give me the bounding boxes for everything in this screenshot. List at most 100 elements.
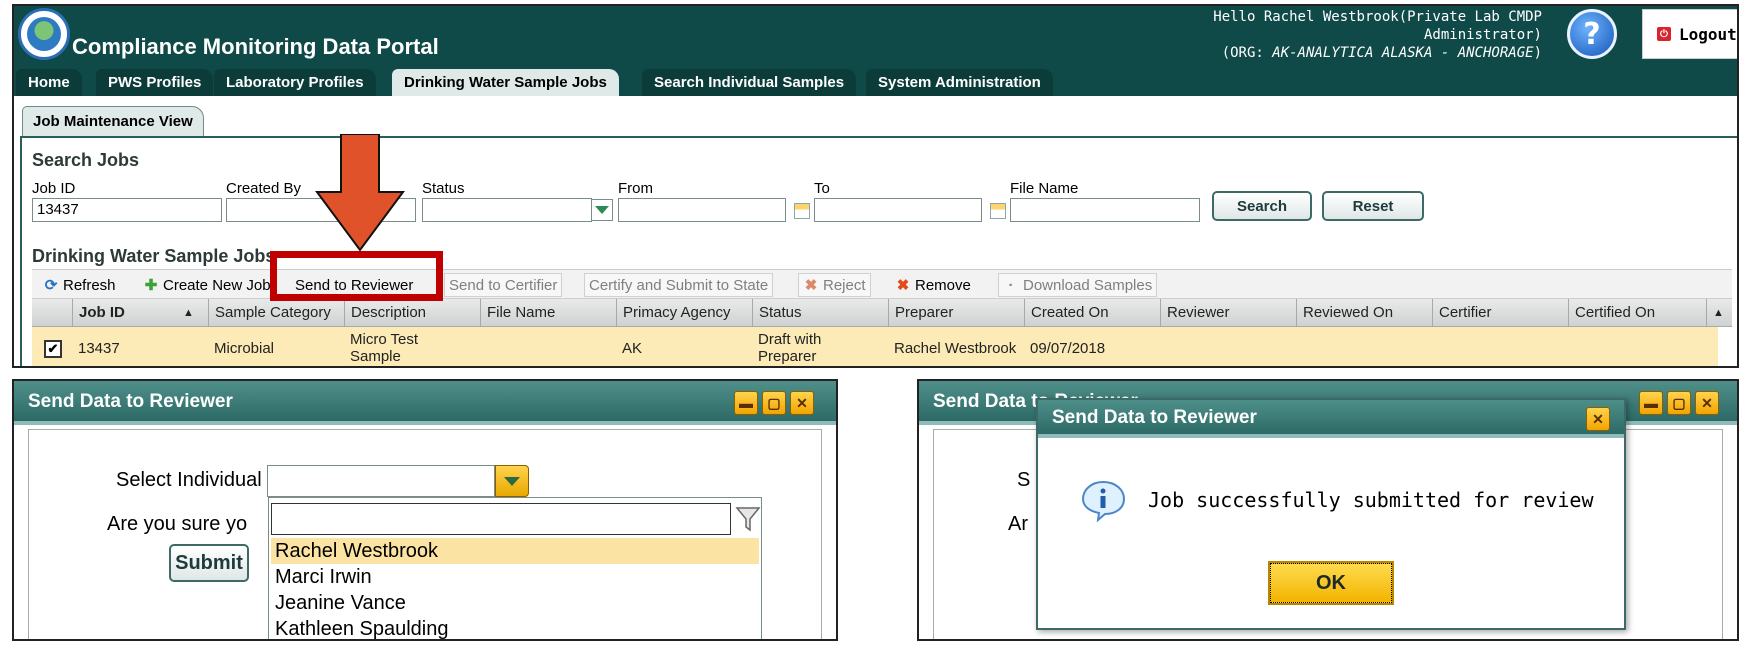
minimize-icon[interactable]: ▬: [734, 391, 758, 415]
column-header-created-on[interactable]: Created On: [1024, 299, 1160, 327]
sort-asc-icon: ▲: [183, 307, 194, 319]
select-individual-label: S: [1017, 469, 1031, 491]
tab-pws-profiles[interactable]: PWS Profiles: [96, 69, 214, 96]
success-message-dialog: Send Data to Reviewer ✕ Job successfully…: [1036, 398, 1626, 630]
tab-drinking-water-sample-jobs[interactable]: Drinking Water Sample Jobs: [392, 69, 619, 96]
row-checkbox[interactable]: ✔: [44, 340, 62, 358]
column-header-certifier[interactable]: Certifier: [1432, 299, 1568, 327]
to-label: To: [814, 180, 830, 197]
filter-icon[interactable]: [735, 505, 761, 533]
highlight-box: [270, 251, 443, 301]
app-header: Compliance Monitoring Data Portal Hello …: [14, 6, 1737, 64]
select-individual-label: Select Individual: [116, 469, 262, 491]
select-individual-input[interactable]: [267, 465, 495, 497]
dialog-title: Send Data to Reviewer: [14, 381, 836, 425]
close-icon[interactable]: ✕: [1586, 407, 1610, 431]
tab-job-maintenance-view[interactable]: Job Maintenance View: [22, 106, 204, 136]
reset-button[interactable]: Reset: [1322, 191, 1424, 221]
annotation-arrow: [315, 134, 405, 252]
grid-header: Job ID ▲ Sample Category Description File…: [32, 299, 1732, 327]
x-icon: ✖: [804, 277, 818, 294]
from-date-input[interactable]: [618, 198, 786, 222]
reject-button[interactable]: ✖ Reject: [798, 273, 871, 297]
maximize-icon[interactable]: ▢: [1667, 391, 1691, 415]
individual-dropdown-list: Rachel Westbrook Marci Irwin Jeanine Van…: [268, 497, 762, 639]
success-message: Job successfully submitted for review: [1148, 488, 1594, 512]
calendar-icon[interactable]: [990, 203, 1006, 219]
power-icon: ⏻: [1657, 27, 1671, 41]
cell-preparer: Rachel Westbrook: [894, 340, 1017, 357]
tab-system-administration[interactable]: System Administration: [866, 69, 1053, 96]
column-header-file-name[interactable]: File Name: [480, 299, 616, 327]
download-samples-button[interactable]: · Download Samples: [998, 273, 1158, 297]
job-id-label: Job ID: [32, 180, 76, 197]
help-button[interactable]: ?: [1567, 9, 1617, 59]
chevron-down-icon[interactable]: [495, 465, 529, 497]
list-item[interactable]: Kathleen Spaulding: [271, 616, 759, 639]
column-header-preparer[interactable]: Preparer: [888, 299, 1024, 327]
remove-button[interactable]: ✖ Remove: [890, 273, 976, 297]
confirm-label: Are you sure yo: [107, 513, 248, 535]
search-button[interactable]: Search: [1212, 191, 1312, 221]
sample-jobs-title: Drinking Water Sample Jobs: [32, 246, 276, 266]
confirm-label: Ar: [1008, 513, 1028, 535]
from-label: From: [618, 180, 653, 197]
certify-and-submit-button[interactable]: Certify and Submit to State: [584, 273, 774, 297]
dropdown-filter-input[interactable]: [271, 503, 731, 535]
send-to-certifier-button[interactable]: Send to Certifier: [444, 273, 563, 297]
sub-tabs: Job Maintenance View: [14, 96, 1737, 136]
file-name-input[interactable]: [1010, 198, 1200, 222]
job-id-input[interactable]: 13437: [32, 198, 222, 222]
main-tabs: Home PWS Profiles Laboratory Profiles Dr…: [14, 64, 1737, 96]
refresh-button[interactable]: ⟳ Refresh: [38, 273, 121, 297]
select-column-header[interactable]: [32, 299, 72, 327]
close-icon[interactable]: ✕: [790, 391, 814, 415]
create-new-job-button[interactable]: ✚ Create New Job: [138, 273, 276, 297]
user-greeting: Hello Rachel Westbrook(Private Lab CMDP …: [1213, 9, 1542, 61]
cell-created-on: 09/07/2018: [1030, 340, 1106, 357]
file-name-label: File Name: [1010, 180, 1079, 197]
dialog-title: Send Data to Reviewer: [1038, 400, 1624, 438]
cell-description: Micro Test Sample: [350, 331, 419, 365]
portal-screenshot: Compliance Monitoring Data Portal Hello …: [12, 4, 1739, 368]
minimize-icon[interactable]: ▬: [1639, 391, 1663, 415]
table-row[interactable]: ✔ 13437 Microbial Micro Test Sample AK Dr…: [32, 327, 1718, 366]
column-header-sample-category[interactable]: Sample Category: [208, 299, 344, 327]
column-header-description[interactable]: Description: [344, 299, 480, 327]
column-header-certified-on[interactable]: Certified On: [1568, 299, 1704, 327]
cell-sample-category: Microbial: [214, 340, 275, 357]
column-header-primacy-agency[interactable]: Primacy Agency: [616, 299, 752, 327]
created-by-label: Created By: [226, 180, 302, 197]
tab-search-individual-samples[interactable]: Search Individual Samples: [642, 69, 857, 96]
to-date-input[interactable]: [814, 198, 982, 222]
column-header-job-id[interactable]: Job ID ▲: [72, 299, 208, 327]
cell-job-id: 13437: [78, 340, 120, 357]
column-header-reviewed-on[interactable]: Reviewed On: [1296, 299, 1432, 327]
close-icon[interactable]: ✕: [1695, 391, 1719, 415]
status-label: Status: [422, 180, 465, 197]
chevron-down-icon[interactable]: [591, 199, 613, 221]
plus-icon: ✚: [144, 277, 158, 294]
list-item[interactable]: Jeanine Vance: [271, 590, 759, 616]
x-icon: ✖: [896, 277, 910, 294]
maximize-icon[interactable]: ▢: [762, 391, 786, 415]
cell-status: Draft with Preparer: [758, 331, 822, 365]
app-title: Compliance Monitoring Data Portal: [72, 34, 439, 59]
list-item[interactable]: Marci Irwin: [271, 564, 759, 590]
tab-laboratory-profiles[interactable]: Laboratory Profiles: [214, 69, 376, 96]
scroll-up-icon[interactable]: ▲: [1706, 299, 1732, 327]
dot-icon: ·: [1008, 277, 1014, 294]
calendar-icon[interactable]: [794, 203, 810, 219]
info-icon: [1081, 480, 1126, 522]
column-header-reviewer[interactable]: Reviewer: [1160, 299, 1296, 327]
list-item[interactable]: Rachel Westbrook: [271, 538, 759, 564]
cell-primacy-agency: AK: [622, 340, 643, 357]
status-select[interactable]: [422, 198, 592, 222]
refresh-icon: ⟳: [44, 277, 58, 294]
submit-button[interactable]: Submit: [169, 544, 249, 582]
logout-button[interactable]: ⏻ Logout: [1642, 9, 1737, 59]
ok-button[interactable]: OK: [1268, 561, 1394, 605]
column-header-status[interactable]: Status: [752, 299, 888, 327]
tab-home[interactable]: Home: [16, 69, 82, 96]
epa-logo: [18, 8, 70, 60]
